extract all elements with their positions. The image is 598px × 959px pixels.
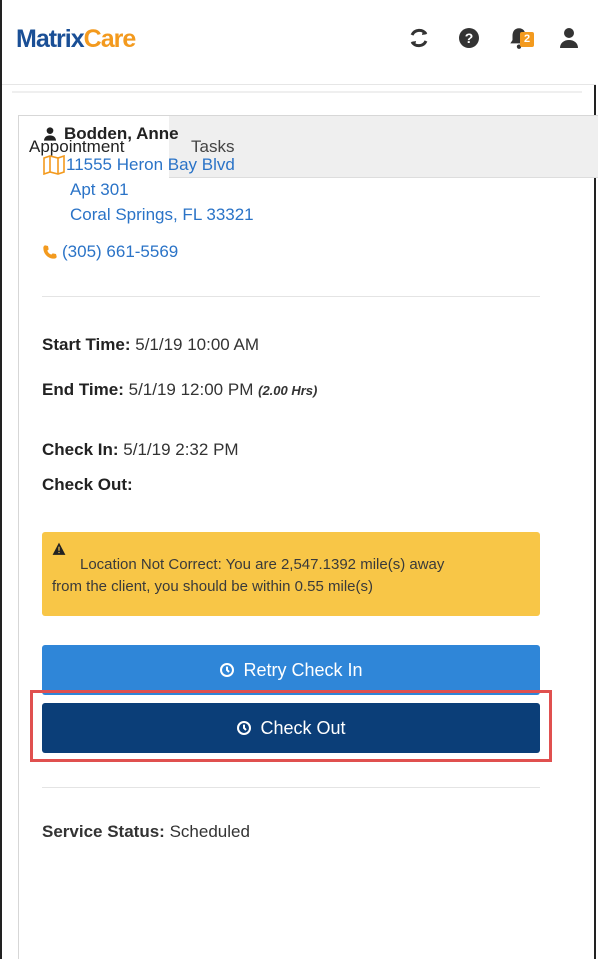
user-icon[interactable]: [554, 23, 584, 53]
brand-part2: Care: [83, 25, 137, 53]
check-out-button[interactable]: Check Out: [42, 703, 540, 753]
header-divider: [12, 91, 582, 93]
start-time: Start Time: 5/1/19 10:00 AM: [42, 335, 259, 355]
end-time-label: End Time:: [42, 380, 124, 399]
brand-part1: Matrix: [16, 25, 85, 53]
svg-text:?: ?: [465, 30, 474, 46]
check-out-label: Check Out:: [42, 475, 133, 494]
service-status-value: Scheduled: [169, 822, 250, 841]
check-in-label: Check In:: [42, 440, 119, 459]
refresh-icon[interactable]: [404, 23, 434, 53]
start-time-label: Start Time:: [42, 335, 131, 354]
check-out: Check Out:: [42, 475, 133, 495]
check-in: Check In: 5/1/19 2:32 PM: [42, 440, 239, 460]
phone-number[interactable]: (305) 661-5569: [62, 242, 178, 262]
check-in-value: 5/1/19 2:32 PM: [123, 440, 239, 459]
address-line2[interactable]: Apt 301: [42, 177, 254, 202]
duration: (2.00 Hrs): [258, 383, 318, 398]
end-time: End Time: 5/1/19 12:00 PM (2.00 Hrs): [42, 380, 317, 400]
checkout-label: Check Out: [260, 717, 346, 738]
clock-icon: [237, 721, 252, 735]
client-address[interactable]: 11555 Heron Bay Blvd Apt 301 Coral Sprin…: [42, 152, 254, 227]
address-line1[interactable]: 11555 Heron Bay Blvd: [66, 152, 235, 177]
phone-icon: [43, 245, 57, 259]
header-actions: ? 2: [404, 23, 584, 53]
end-time-value: 5/1/19 12:00 PM: [128, 380, 254, 399]
section-divider-2: [42, 787, 540, 788]
alert-line1: Location Not Correct: You are 2,547.1392…: [80, 556, 445, 573]
brand-logo[interactable]: MatrixCare: [16, 25, 137, 54]
client-phone[interactable]: (305) 661-5569: [42, 242, 178, 262]
user-icon: [44, 127, 56, 141]
map-icon: [43, 154, 65, 175]
client-name-text: Bodden, Anne: [64, 124, 179, 143]
notification-badge: 2: [520, 32, 535, 47]
section-divider: [42, 296, 540, 297]
notifications-icon[interactable]: 2: [504, 23, 535, 53]
retry-check-in-button[interactable]: Retry Check In: [42, 645, 540, 695]
retry-label: Retry Check In: [243, 659, 363, 680]
help-icon[interactable]: ?: [454, 23, 484, 53]
address-line3[interactable]: Coral Springs, FL 33321: [42, 202, 254, 227]
clock-icon: [220, 663, 235, 677]
start-time-value: 5/1/19 10:00 AM: [135, 335, 260, 354]
top-bar: MatrixCare ? 2: [2, 0, 596, 85]
service-status: Service Status: Scheduled: [42, 822, 250, 842]
service-status-label: Service Status:: [42, 822, 165, 841]
client-name: Bodden, Anne: [42, 124, 179, 144]
alert-line2: from the client, you should be within 0.…: [52, 578, 373, 595]
location-alert: Location Not Correct: You are 2,547.1392…: [42, 532, 540, 616]
warning-icon: [52, 542, 66, 555]
